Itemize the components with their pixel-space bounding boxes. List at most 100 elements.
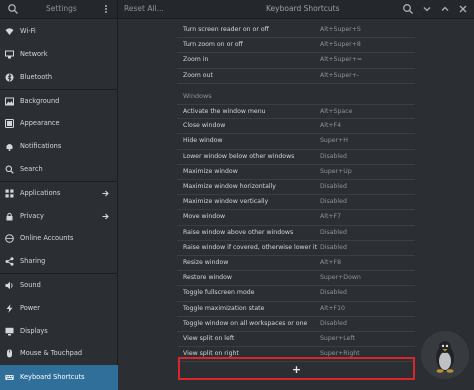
shortcut-accel: Alt+F4	[320, 122, 342, 130]
bluetooth-icon	[5, 73, 14, 82]
sidebar-item-appearance[interactable]: Appearance	[0, 112, 118, 135]
shortcut-accel: Super+Down	[320, 274, 361, 282]
sidebar-item-background[interactable]: Background	[0, 90, 118, 113]
panel-title: Keyboard Shortcuts	[266, 4, 340, 13]
sidebar-item-wifi[interactable]: Wi-Fi	[0, 20, 118, 43]
shortcut-row[interactable]: Maximize window horizontally Disabled	[177, 180, 415, 196]
sidebar-item-sound[interactable]: Sound	[0, 274, 118, 297]
sidebar-item-online-accounts[interactable]: Online Accounts	[0, 227, 118, 250]
sidebar-item-network[interactable]: Network	[0, 43, 118, 66]
shortcut-row[interactable]: Maximize window vertically Disabled	[177, 195, 415, 211]
shortcut-name: Toggle window on all workspaces or one	[183, 319, 308, 327]
sidebar-item-notifications[interactable]: Notifications	[0, 135, 118, 158]
sidebar-item-label: Notifications	[20, 142, 62, 151]
shortcut-name: Maximize window horizontally	[183, 183, 276, 190]
shortcut-row[interactable]: Maximize window Super+Up	[177, 165, 415, 180]
shortcut-name: Zoom in	[183, 56, 209, 64]
shortcut-accel: Disabled	[320, 198, 347, 206]
add-shortcut-button[interactable]: +	[178, 357, 415, 380]
shortcut-row[interactable]: Toggle window on all workspaces or one D…	[177, 317, 415, 332]
shortcut-name: Toggle maximization state	[183, 304, 265, 312]
shortcut-row[interactable]: Restore window Super+Down	[177, 271, 415, 287]
search-icon[interactable]	[7, 3, 19, 15]
shortcut-accel: Super+H	[320, 137, 348, 145]
shortcut-row[interactable]: Zoom in Alt+Super+=	[177, 53, 415, 69]
shortcut-name: Zoom out	[183, 71, 213, 79]
shortcut-name: Move window	[183, 213, 226, 221]
shortcut-accel: Disabled	[320, 228, 347, 236]
appearance-icon	[5, 119, 14, 129]
shortcut-accel: Disabled	[320, 183, 347, 190]
shortcut-row[interactable]: Turn zoom on or off Alt+Super+8	[177, 38, 415, 54]
shortcut-row[interactable]: Raise window if covered, otherwise lower…	[177, 241, 415, 256]
sidebar-item-applications[interactable]: Applications	[0, 182, 118, 205]
shortcut-name: Lower window below other windows	[183, 152, 295, 160]
reset-all-button[interactable]: Reset All...	[124, 4, 164, 13]
shortcut-row[interactable]: Toggle maximization state Alt+F10	[177, 302, 415, 317]
shortcut-accel: Alt+Space	[320, 108, 353, 115]
shortcut-row[interactable]: Resize window Alt+F8	[177, 256, 415, 272]
shortcut-accel: Disabled	[320, 319, 347, 327]
close-icon[interactable]	[456, 2, 470, 16]
displays-icon	[5, 327, 14, 335]
sidebar-item-privacy[interactable]: Privacy	[0, 205, 118, 228]
sidebar-item-search[interactable]: Search	[0, 158, 118, 181]
add-icon: +	[291, 363, 302, 376]
shortcut-name: Restore window	[183, 274, 232, 282]
wifi-icon	[5, 28, 14, 35]
sidebar-item-bluetooth[interactable]: Bluetooth	[0, 66, 118, 89]
shortcut-row[interactable]: Lower window below other windows Disable…	[177, 150, 415, 165]
shortcut-accel: Alt+Super+-	[320, 71, 360, 79]
shortcut-row[interactable]: Activate the window menu Alt+Space	[177, 104, 415, 120]
tux-icon	[436, 341, 454, 373]
mouse-icon	[7, 349, 12, 358]
search-shortcuts-icon[interactable]	[401, 2, 415, 16]
background-icon	[5, 97, 14, 105]
search-icon	[5, 165, 14, 174]
shortcut-row[interactable]: Zoom out Alt+Super+-	[177, 69, 415, 84]
shortcut-name: Turn screen reader on or off	[183, 26, 269, 33]
privacy-icon	[6, 212, 13, 220]
sidebar-item-sharing[interactable]: Sharing	[0, 250, 118, 273]
sidebar-item-label: Wi-Fi	[20, 27, 36, 35]
header-bar: Settings Reset All... Keyboard Shortcuts	[0, 0, 474, 19]
shortcut-row[interactable]: Close window Alt+F4	[177, 119, 415, 135]
sidebar-item-label: Applications	[20, 188, 61, 197]
shortcut-name: Maximize window	[183, 167, 238, 175]
shortcut-row[interactable]: Raise window above other windows Disable…	[177, 226, 415, 241]
shortcut-accel: Alt+F10	[320, 304, 345, 312]
maximize-icon[interactable]	[438, 2, 452, 16]
menu-icon[interactable]	[103, 3, 109, 15]
sidebar-item-power[interactable]: Power	[0, 297, 118, 320]
minimize-icon[interactable]	[420, 2, 434, 16]
shortcuts-list: Turn screen reader on or off Alt+Super+S…	[177, 19, 415, 363]
sidebar-item-label: Keyboard Shortcuts	[20, 373, 85, 382]
shortcut-accel: Alt+Super+8	[320, 41, 361, 49]
app-title: Settings	[46, 4, 77, 13]
shortcut-accel: Alt+F8	[320, 259, 342, 266]
shortcut-accel: Alt+F7	[320, 213, 342, 221]
arrow-right-icon	[102, 213, 109, 219]
shortcut-row[interactable]: Turn screen reader on or off Alt+Super+S	[177, 23, 415, 39]
shortcut-name: Turn zoom on or off	[183, 41, 243, 49]
sidebar-item-keyboard-shortcuts[interactable]: Keyboard Shortcuts	[0, 365, 118, 390]
sidebar-item-mouse-touchpad[interactable]: Mouse & Touchpad	[0, 342, 118, 365]
sidebar-item-label: Search	[20, 164, 43, 173]
shortcut-name: View split on left	[183, 335, 235, 342]
shortcut-row[interactable]: Toggle fullscreen mode Disabled	[177, 286, 415, 302]
sidebar-item-label: Bluetooth	[20, 72, 53, 81]
sidebar-item-label: Sharing	[20, 257, 46, 266]
shortcut-name: Maximize window vertically	[183, 198, 269, 206]
shortcut-row[interactable]: View split on left Super+Left	[177, 332, 415, 348]
applications-icon	[5, 189, 14, 198]
shortcut-row[interactable]: Move window Alt+F7	[177, 210, 415, 226]
sharing-icon	[5, 257, 14, 266]
shortcut-name: Resize window	[183, 259, 229, 266]
keyboard-icon	[5, 375, 14, 381]
sound-icon	[5, 281, 13, 290]
sidebar-item-label: Sound	[20, 280, 41, 289]
shortcut-row[interactable]: Hide window Super+H	[177, 134, 415, 150]
sidebar-item-displays[interactable]: Displays	[0, 320, 118, 343]
shortcut-name: Hide window	[183, 137, 223, 145]
sidebar-item-label: Appearance	[20, 119, 60, 128]
